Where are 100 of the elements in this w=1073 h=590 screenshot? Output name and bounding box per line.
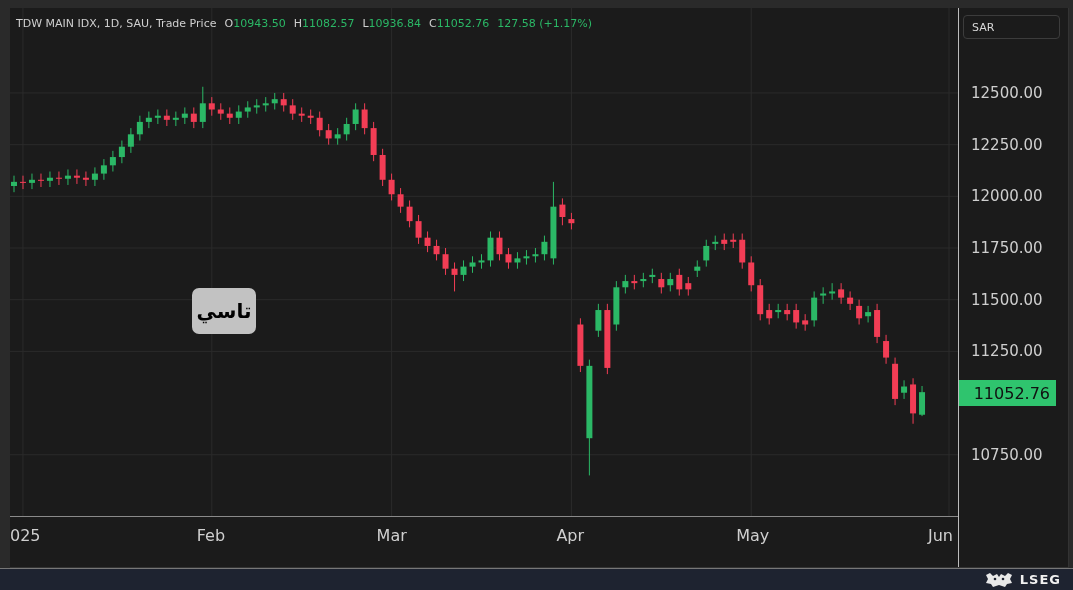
candle <box>20 175 26 190</box>
candle <box>604 303 611 375</box>
candle <box>919 385 926 417</box>
candle <box>29 173 35 190</box>
candle <box>100 158 107 181</box>
price-axis-label: 12250.00 <box>971 135 1043 154</box>
candle <box>757 278 764 321</box>
candle <box>568 212 575 230</box>
candle <box>541 235 548 261</box>
date-axis-label: Feb <box>196 526 226 545</box>
candle <box>352 102 359 131</box>
candle <box>199 86 206 129</box>
candle <box>244 100 251 119</box>
candle <box>424 231 431 253</box>
last-price-tag: 11052.76 <box>959 380 1056 407</box>
candle <box>235 104 242 125</box>
candle <box>298 106 305 123</box>
candle <box>181 106 188 125</box>
candle <box>397 187 404 214</box>
candle <box>820 286 827 305</box>
candle <box>370 121 377 162</box>
candle <box>415 214 422 245</box>
price-axis-label: 12000.00 <box>971 187 1043 206</box>
candle <box>37 173 44 188</box>
candle <box>433 239 440 261</box>
candle <box>838 282 845 305</box>
candle <box>253 98 260 115</box>
candle <box>685 276 692 297</box>
candle <box>388 173 395 201</box>
candle <box>721 233 728 251</box>
candle <box>46 171 53 188</box>
candle <box>784 303 791 321</box>
candle <box>631 274 638 290</box>
date-axis-label: Apr <box>556 526 585 545</box>
price-axis-label: 11750.00 <box>971 239 1043 257</box>
candle <box>190 106 197 129</box>
candle <box>136 115 143 141</box>
candle <box>496 231 503 261</box>
candle <box>712 235 719 251</box>
candle <box>343 117 350 141</box>
candle <box>307 109 314 125</box>
candle <box>667 272 674 292</box>
candle <box>325 123 332 146</box>
candle <box>478 253 485 270</box>
candle <box>901 379 908 400</box>
candle <box>505 247 512 270</box>
candle <box>73 168 80 185</box>
high-value: H11082.57 <box>293 17 355 30</box>
candle <box>154 109 161 125</box>
candle <box>694 259 701 278</box>
candle <box>82 171 89 187</box>
candle <box>379 148 386 187</box>
candle <box>649 268 656 284</box>
candle <box>118 140 125 164</box>
candle <box>856 299 863 325</box>
candle <box>748 255 755 292</box>
candle <box>208 96 215 117</box>
date-axis-label: Mar <box>376 526 407 545</box>
candle <box>640 272 647 288</box>
price-axis-label: 11500.00 <box>971 290 1043 309</box>
candle <box>874 303 881 344</box>
candle <box>622 274 629 294</box>
candle <box>802 313 809 332</box>
candle <box>64 168 71 186</box>
candle <box>262 96 269 113</box>
candle <box>334 127 341 146</box>
candle <box>613 280 620 332</box>
close-value: C11052.76 <box>429 17 490 30</box>
candle <box>910 377 917 425</box>
candle <box>676 268 683 297</box>
candle <box>811 290 818 328</box>
currency-selector[interactable]: SAR <box>963 15 1060 39</box>
candle <box>775 303 782 319</box>
candle <box>127 127 134 154</box>
candle <box>91 166 98 187</box>
candle <box>289 98 296 121</box>
candle <box>865 305 872 323</box>
candle <box>532 247 539 263</box>
candle <box>847 290 854 311</box>
candle <box>11 175 17 193</box>
candle <box>892 357 899 406</box>
candle <box>316 111 323 137</box>
candle <box>109 150 116 172</box>
brand-name: LSEG <box>1019 572 1061 587</box>
candle <box>145 111 152 129</box>
candle <box>361 102 368 135</box>
candle <box>172 111 179 127</box>
candle <box>271 92 278 110</box>
price-axis-label: 10750.00 <box>971 445 1043 464</box>
candle <box>595 303 602 338</box>
candle <box>280 92 287 113</box>
candle <box>487 231 494 268</box>
candle <box>163 109 170 127</box>
price-axis-label: 11250.00 <box>971 342 1043 361</box>
candle <box>883 334 890 365</box>
date-axis-label: 025 <box>10 526 41 545</box>
candle <box>658 272 665 294</box>
candle <box>523 249 530 266</box>
candle <box>739 233 746 270</box>
date-axis-label: May <box>736 526 770 545</box>
